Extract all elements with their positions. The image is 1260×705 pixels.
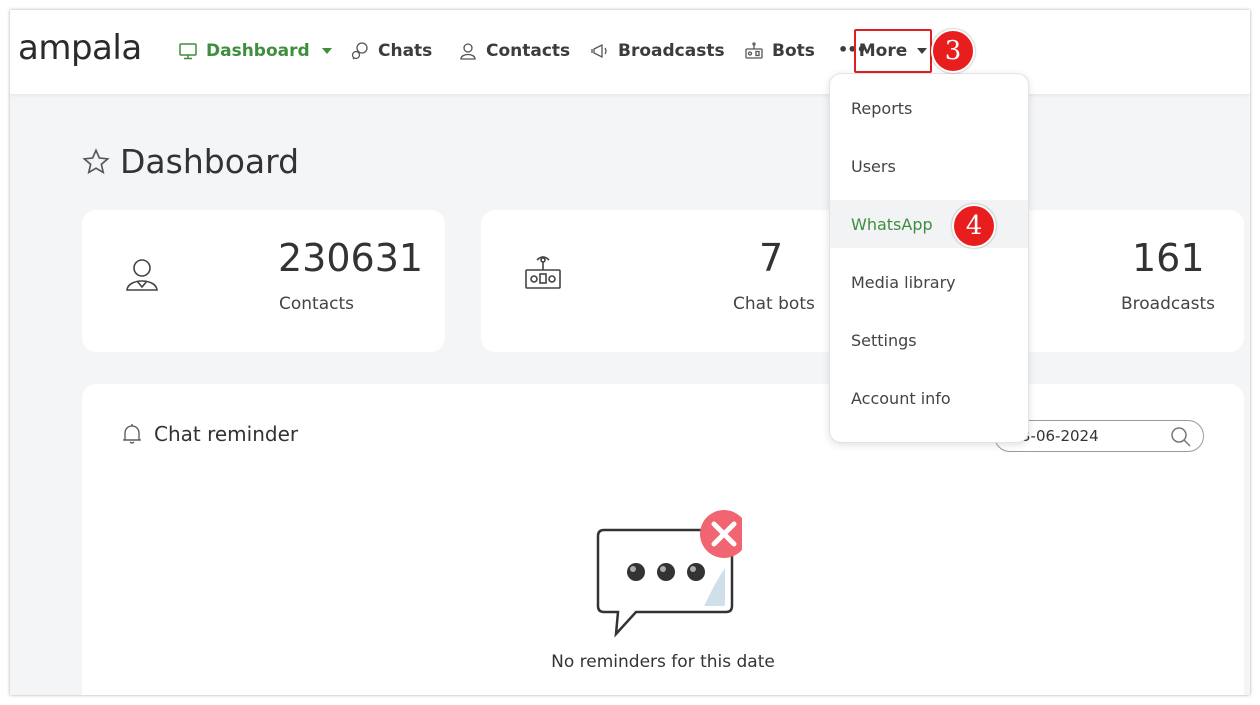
empty-state-text: No reminders for this date [551,652,775,672]
nav-bots[interactable]: Bots [744,38,815,64]
stat-card-contacts[interactable]: 230631 Contacts [82,210,445,352]
chevron-down-icon [917,48,928,54]
page-title: Dashboard [82,142,299,181]
bell-icon [123,424,141,444]
nav-dashboard-label: Dashboard [206,41,310,61]
page-title-text: Dashboard [120,142,300,181]
robot-icon [745,42,763,59]
chat-reminder-panel: Chat reminder 3-06-2024 No reminders for… [82,384,1244,695]
nav-chats-label: Chats [378,41,433,61]
monitor-icon [179,43,197,60]
stat-label: Chat bots [733,294,815,314]
nav-dashboard[interactable]: Dashboard [178,38,332,64]
stat-value: 161 [1132,236,1205,280]
date-value: 3-06-2024 [1021,427,1099,445]
stat-value: 7 [759,236,784,280]
menu-item-users[interactable]: Users [830,142,1028,190]
logo[interactable]: ampala [18,28,142,68]
search-icon[interactable] [1170,426,1192,448]
top-navbar: ampala Dashboard Chats Contacts Broadcas… [10,10,1250,94]
nav-bots-label: Bots [772,41,815,61]
step-marker-4: 4 [952,204,996,248]
panel-title-text: Chat reminder [154,422,299,446]
contact-icon [126,259,158,291]
megaphone-icon [591,43,607,59]
more-menu-button[interactable]: More [854,29,932,73]
menu-item-whatsapp[interactable]: WhatsApp [830,200,1028,248]
menu-item-media-library[interactable]: Media library [830,258,1028,306]
nav-broadcasts[interactable]: Broadcasts [590,38,725,64]
app-window: ampala Dashboard Chats Contacts Broadcas… [10,10,1250,695]
contact-icon [460,43,476,60]
star-icon[interactable] [82,147,110,176]
chevron-down-icon [321,48,332,54]
nav-contacts-label: Contacts [486,41,571,61]
more-label: More [858,41,908,61]
empty-chat-illustration [596,510,742,638]
menu-item-settings[interactable]: Settings [830,316,1028,364]
stat-card-chatbots[interactable]: 7 Chat bots [481,210,861,352]
stat-value: 230631 [278,236,424,280]
more-dropdown-menu: Reports Users WhatsApp Media library Set… [829,73,1029,443]
chat-bubble-icon [351,42,368,60]
nav-contacts[interactable]: Contacts [458,38,570,64]
menu-item-reports[interactable]: Reports [830,84,1028,132]
robot-icon [525,256,561,289]
panel-title: Chat reminder [120,422,298,446]
nav-broadcasts-label: Broadcasts [618,41,725,61]
nav-chats[interactable]: Chats [350,38,432,64]
menu-item-account-info[interactable]: Account info [830,374,1028,422]
stat-label: Broadcasts [1121,294,1216,314]
stat-label: Contacts [279,294,354,314]
step-marker-3: 3 [931,29,975,73]
